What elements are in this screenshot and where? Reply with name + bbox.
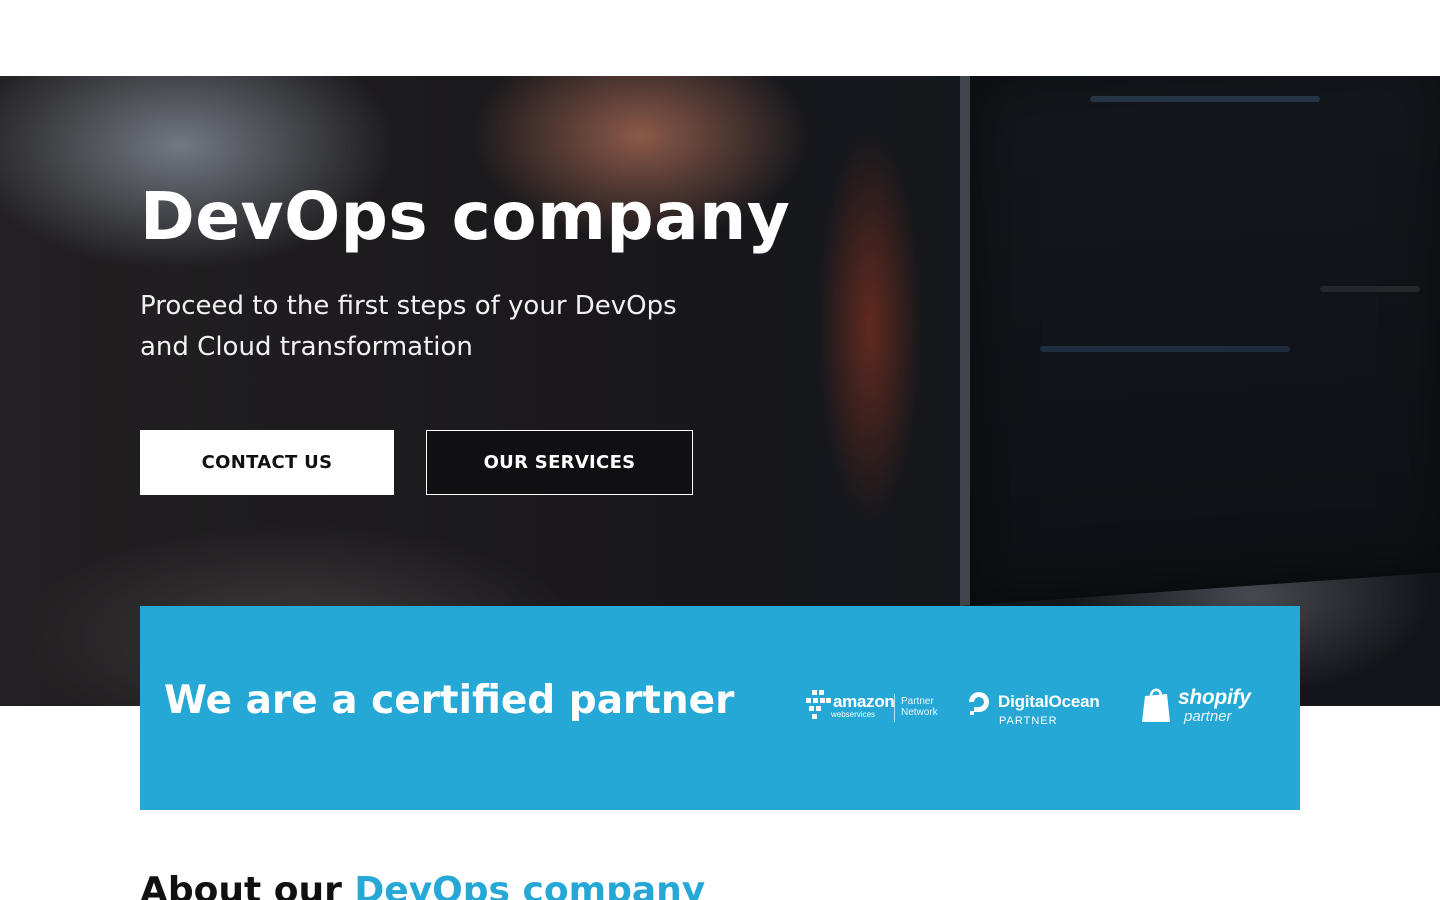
- about-title: About our DevOps company: [140, 870, 705, 900]
- hero-title: DevOps company: [140, 178, 791, 255]
- shopify-partner-logo: shopify partner: [1140, 684, 1255, 730]
- shopify-logo-sub: partner: [1184, 708, 1232, 725]
- aws-pn-line2: Network: [901, 707, 938, 718]
- digitalocean-partner-logo: DigitalOcean PARTNER: [966, 688, 1111, 732]
- aws-partner-network: Partner Network: [901, 696, 938, 718]
- hero-subtitle: Proceed to the first steps of your DevOp…: [140, 291, 677, 362]
- our-services-button[interactable]: OUR SERVICES: [426, 430, 693, 495]
- aws-partner-logo: amazon webservices Partner Network: [805, 688, 950, 728]
- shopify-logo-word: shopify: [1178, 686, 1251, 709]
- digitalocean-drop-icon: [969, 692, 989, 715]
- about-title-accent: DevOps company: [354, 870, 706, 900]
- certified-partner-band: We are a certified partner amazon webser…: [140, 606, 1300, 810]
- contact-us-button[interactable]: CONTACT US: [140, 430, 394, 495]
- digitalocean-logo-sub: PARTNER: [999, 715, 1058, 727]
- aws-pn-line1: Partner: [901, 696, 934, 707]
- aws-logo-sub: webservices: [831, 710, 876, 719]
- partner-title: We are a certified partner: [164, 678, 735, 723]
- aws-cubes-icon: [806, 690, 831, 719]
- digitalocean-logo-word: DigitalOcean: [998, 692, 1100, 711]
- about-title-prefix: About our: [140, 870, 355, 900]
- shopify-bag-icon: [1142, 688, 1170, 722]
- aws-logo-word: amazon: [833, 692, 895, 711]
- aws-logo-divider: [894, 694, 895, 722]
- top-header: [0, 0, 1440, 76]
